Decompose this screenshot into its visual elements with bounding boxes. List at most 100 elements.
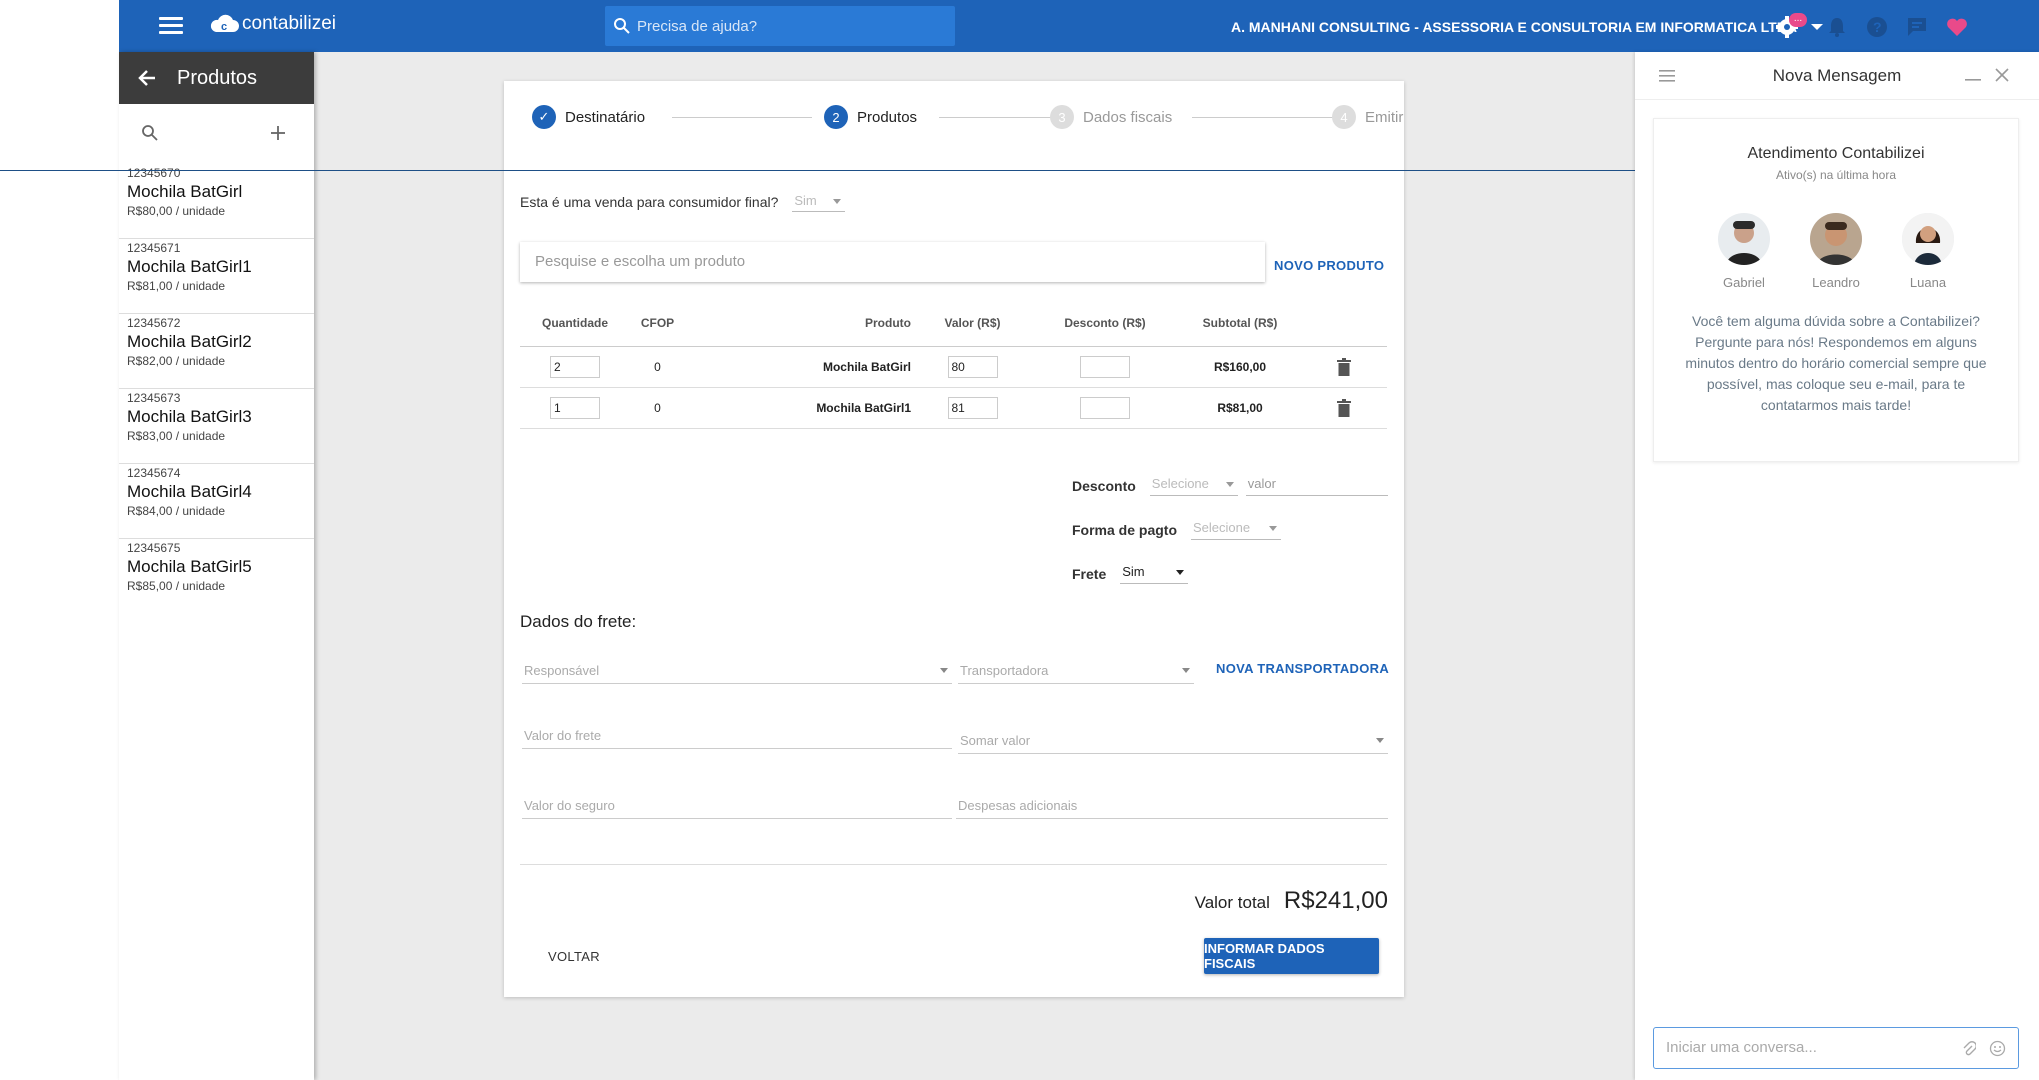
product-search-input[interactable]: Pesquise e escolha um produto <box>520 242 1265 282</box>
quantity-input[interactable]: 1 <box>550 396 600 419</box>
step-connector <box>672 117 812 118</box>
agents-list: Gabriel Leandro Luana <box>1654 213 2018 290</box>
chat-panel: Nova Mensagem Atendimento Contabilizei A… <box>1635 52 2039 1080</box>
sidebar-title: Produtos <box>177 66 258 89</box>
sidebar-header: Produtos <box>119 52 314 104</box>
attachment-icon[interactable] <box>1962 1041 1976 1057</box>
dropdown-arrow-icon <box>832 199 841 204</box>
insurance-placeholder: Valor do seguro <box>524 798 615 813</box>
responsible-select[interactable]: Responsável <box>522 663 952 684</box>
product-list-item[interactable]: 12345674 Mochila BatGirl4 R$84,00 / unid… <box>119 464 314 539</box>
support-status: Ativo(s) na última hora <box>1775 168 1897 182</box>
brand-logo[interactable]: c contabilizei <box>209 13 336 35</box>
product-price: R$82,00 / unidade <box>127 354 226 368</box>
table-row: 2 0 Mochila BatGirl 80 R$160,00 <box>520 346 1387 388</box>
chat-message-input[interactable]: Iniciar uma conversa... <box>1653 1027 2019 1069</box>
freight-value-input[interactable]: Valor do frete <box>522 728 952 749</box>
carrier-select[interactable]: Transportadora <box>958 663 1194 684</box>
product-list-item[interactable]: 12345670 Mochila BatGirl R$80,00 / unida… <box>119 164 314 239</box>
product-cell: Mochila BatGirl <box>685 346 915 388</box>
total-value: R$241,00 <box>1283 887 1388 914</box>
discount-type-select[interactable]: Selecione <box>1149 476 1238 496</box>
company-selector[interactable]: A. MANHANI CONSULTING - ASSESSORIA E CON… <box>1231 19 1823 35</box>
back-button[interactable]: VOLTAR <box>548 949 600 964</box>
payment-select[interactable]: Selecione <box>1191 520 1282 540</box>
discount-input[interactable] <box>1080 355 1130 378</box>
minimize-icon[interactable] <box>1965 78 1981 82</box>
new-product-button[interactable]: NOVO PRODUTO <box>1274 258 1384 273</box>
total-row: Valor total R$241,00 <box>1195 887 1388 915</box>
freight-select[interactable]: Sim <box>1120 564 1189 584</box>
trash-icon[interactable] <box>1336 357 1351 376</box>
product-list-item[interactable]: 12345675 Mochila BatGirl5 R$85,00 / unid… <box>119 539 314 614</box>
column-header: CFOP <box>630 301 685 347</box>
support-card: Atendimento Contabilizei Ativo(s) na últ… <box>1653 118 2019 462</box>
heart-icon[interactable] <box>1944 14 1970 40</box>
product-name: Mochila BatGirl1 <box>127 257 252 276</box>
quantity-input[interactable]: 2 <box>550 355 600 378</box>
total-label: Valor total <box>1194 893 1270 912</box>
discount-label: Desconto <box>1072 478 1136 494</box>
final-consumer-select[interactable]: Sim <box>792 191 845 212</box>
product-name: Mochila BatGirl2 <box>127 332 252 351</box>
add-icon[interactable] <box>270 125 286 141</box>
new-carrier-button[interactable]: NOVA TRANSPORTADORA <box>1216 661 1389 676</box>
step-destinatario[interactable]: ✓ Destinatário <box>532 105 645 129</box>
cfop-cell: 0 <box>630 387 685 429</box>
dropdown-arrow-icon <box>1269 526 1278 531</box>
product-price: R$85,00 / unidade <box>127 579 226 593</box>
product-search-placeholder: Pesquise e escolha um produto <box>535 253 746 270</box>
product-list-item[interactable]: 12345672 Mochila BatGirl2 R$82,00 / unid… <box>119 314 314 389</box>
chat-header: Nova Mensagem <box>1635 52 2039 100</box>
close-icon[interactable] <box>1995 68 2009 82</box>
products-sidebar: Produtos 12345670 Mochila BatGirl R$80,0… <box>119 52 314 1080</box>
insurance-input[interactable]: Valor do seguro <box>522 798 952 819</box>
product-code: 12345671 <box>127 241 181 255</box>
final-consumer-value: Sim <box>794 193 817 208</box>
arrow-back-icon[interactable] <box>137 69 157 87</box>
bell-icon[interactable] <box>1824 14 1850 40</box>
extra-expenses-input[interactable]: Despesas adicionais <box>956 798 1388 819</box>
sum-value-select[interactable]: Somar valor <box>958 733 1388 754</box>
emoji-icon[interactable] <box>1989 1040 2006 1057</box>
column-header-actions <box>1300 301 1387 347</box>
agent: Leandro <box>1810 213 1862 290</box>
help-search-input[interactable]: Precisa de ajuda? <box>605 6 955 46</box>
step-number: 3 <box>1050 105 1074 129</box>
person-avatar-icon <box>1902 213 1954 265</box>
value-input[interactable]: 80 <box>947 355 998 378</box>
search-icon[interactable] <box>141 124 159 142</box>
support-team-name: Atendimento Contabilizei <box>1747 145 1925 162</box>
freight-row: Frete Sim <box>1072 564 1189 584</box>
payment-value: Selecione <box>1193 520 1251 535</box>
step-dados-fiscais[interactable]: 3 Dados fiscais <box>1050 105 1172 129</box>
product-list-item[interactable]: 12345671 Mochila BatGirl1 R$81,00 / unid… <box>119 239 314 314</box>
freight-section-title: Dados do frete: <box>520 612 637 631</box>
discount-value-input[interactable]: valor <box>1245 476 1388 496</box>
trash-icon[interactable] <box>1336 398 1351 417</box>
chat-icon[interactable] <box>1904 14 1930 40</box>
menu-icon[interactable] <box>159 17 183 35</box>
product-code: 12345675 <box>127 541 181 555</box>
column-header: Quantidade <box>520 301 630 347</box>
dropdown-arrow-icon <box>1225 482 1234 487</box>
sidebar-toolbar <box>119 104 314 164</box>
fiscal-data-button[interactable]: INFORMAR DADOS FISCAIS <box>1204 938 1379 974</box>
discount-input[interactable] <box>1080 396 1130 419</box>
payment-label: Forma de pagto <box>1072 522 1178 538</box>
chat-title: Nova Mensagem <box>1772 66 1902 85</box>
extra-expenses-placeholder: Despesas adicionais <box>958 798 1078 813</box>
step-label: Dados fiscais <box>1083 108 1173 126</box>
help-icon[interactable]: ? <box>1864 14 1890 40</box>
step-produtos[interactable]: 2 Produtos <box>824 105 917 129</box>
final-consumer-row: Esta é uma venda para consumidor final? … <box>520 191 845 212</box>
svg-text:c: c <box>221 21 227 33</box>
value-input[interactable]: 81 <box>947 396 998 419</box>
freight-label: Frete <box>1072 566 1107 582</box>
step-emitir[interactable]: 4 Emitir <box>1332 105 1403 129</box>
product-name: Mochila BatGirl <box>127 182 243 201</box>
search-icon <box>614 18 630 34</box>
left-blank-area <box>0 0 119 1080</box>
product-list-item[interactable]: 12345673 Mochila BatGirl3 R$83,00 / unid… <box>119 389 314 464</box>
subtotal-cell: R$160,00 <box>1180 346 1300 388</box>
